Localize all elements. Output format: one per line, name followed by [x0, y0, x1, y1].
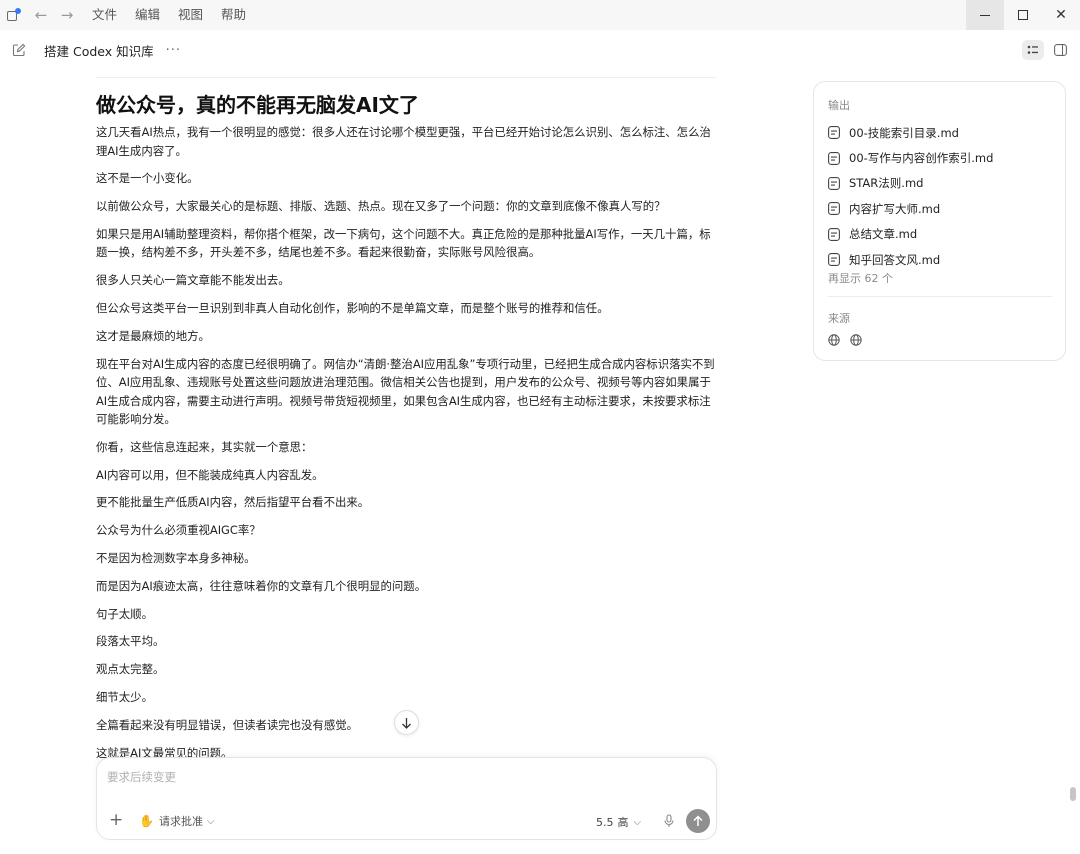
app-icon — [6, 8, 21, 22]
scrollbar-thumb[interactable] — [1070, 787, 1076, 801]
model-level: 高 — [617, 816, 629, 829]
output-file-list: 00-技能索引目录.md 00-写作与内容创作索引.md STAR法则.md 内… — [828, 120, 1058, 272]
article-paragraph: 这就是AI文最常见的问题。 — [96, 745, 233, 758]
microphone-button[interactable] — [662, 813, 676, 829]
close-icon: ✕ — [1055, 7, 1067, 23]
article-paragraph: 很多人只关心一篇文章能不能发出去。 — [96, 273, 290, 288]
thread-header: 搭建 Codex 知识库 ··· — [0, 30, 1080, 70]
toggle-panel-button[interactable] — [1050, 40, 1070, 60]
toggle-list-button[interactable] — [1022, 40, 1044, 60]
article-paragraph: 这才是最麻烦的地方。 — [96, 328, 210, 343]
document-icon — [828, 151, 840, 165]
arrow-up-icon — [693, 815, 703, 826]
hand-icon: ✋ — [139, 814, 154, 828]
context-panel: 输出 00-技能索引目录.md 00-写作与内容创作索引.md STAR法则.m… — [813, 81, 1066, 361]
article-paragraph: 现在平台对AI生成内容的态度已经很明确了。网信办“清朗·整治AI应用乱象”专项行… — [96, 356, 715, 427]
article-paragraph: 公众号为什么必须重视AIGC率？ — [96, 523, 261, 538]
add-attachment-icon[interactable]: + — [109, 811, 123, 829]
output-section-title: 输出 — [828, 99, 850, 112]
show-more-link[interactable]: 再显示 62 个 — [828, 270, 893, 286]
chevron-down-icon: ⌵ — [206, 815, 215, 827]
compose-icon[interactable] — [12, 43, 26, 57]
file-name: 知乎回答文风.md — [849, 252, 941, 267]
article-paragraph: 观点太完整。 — [96, 662, 165, 677]
article-title: 做公众号，真的不能再无脑发AI文了 — [96, 93, 419, 117]
globe-icon[interactable] — [850, 334, 862, 346]
document-icon — [828, 202, 840, 216]
article-paragraph: 如果只是用AI辅助整理资料，帮你搭个框架，改一下病句，这个问题不大。真正危险的是… — [96, 226, 711, 260]
file-item[interactable]: 总结文章.md — [828, 222, 1058, 247]
article-paragraph: 你看，这些信息连起来，其实就一个意思： — [96, 439, 313, 454]
menu-help[interactable]: 帮助 — [221, 0, 246, 30]
content-divider — [96, 77, 716, 78]
file-name: 00-写作与内容创作索引.md — [849, 151, 994, 166]
title-bar: ← → 文件 编辑 视图 帮助 ✕ — [0, 0, 1080, 30]
document-icon — [828, 126, 840, 140]
file-name: 内容扩写大师.md — [849, 201, 941, 216]
maximize-icon — [1018, 10, 1028, 20]
article-paragraph: 但公众号这类平台一旦识别到非真人自动化创作，影响的不是单篇文章，而是整个账号的推… — [96, 300, 609, 315]
more-options-button[interactable]: ··· — [166, 43, 181, 58]
maximize-button[interactable] — [1004, 0, 1042, 30]
document-icon — [828, 177, 840, 190]
menu-file[interactable]: 文件 — [92, 0, 117, 30]
panel-icon — [1053, 44, 1067, 56]
arrow-down-icon — [402, 717, 411, 729]
thread-title: 搭建 Codex 知识库 — [44, 43, 154, 59]
minimize-icon — [980, 14, 990, 16]
scroll-to-bottom-button[interactable] — [394, 710, 419, 735]
article-paragraph: AI内容可以用，但不能装成纯真人内容乱发。 — [96, 467, 324, 482]
close-button[interactable]: ✕ — [1042, 0, 1080, 30]
approval-mode-button[interactable]: ✋ 请求批准 ⌵ — [139, 813, 215, 829]
forward-arrow-icon[interactable]: → — [54, 0, 80, 30]
composer: + ✋ 请求批准 ⌵ 5.5 高 ⌵ — [96, 757, 717, 840]
article-paragraph: 句子太顺。 — [96, 606, 153, 621]
panel-divider — [828, 296, 1052, 297]
microphone-icon — [664, 814, 674, 827]
minimize-button[interactable] — [966, 0, 1004, 30]
model-selector-button[interactable]: 5.5 高 ⌵ — [596, 814, 641, 830]
article-paragraph: 段落太平均。 — [96, 634, 165, 649]
article-content: 做公众号，真的不能再无脑发AI文了 这几天看AI热点，我有一个很明显的感觉：很多… — [96, 90, 716, 758]
model-version: 5.5 — [596, 815, 614, 829]
document-icon — [828, 227, 840, 241]
back-arrow-icon[interactable]: ← — [28, 0, 54, 30]
approval-label: 请求批准 — [158, 815, 203, 828]
file-item[interactable]: 00-技能索引目录.md — [828, 120, 1058, 145]
article-paragraph: 以前做公众号，大家最关心的是标题、排版、选题、热点。现在又多了一个问题：你的文章… — [96, 199, 666, 214]
document-icon — [828, 253, 840, 267]
menu-edit[interactable]: 编辑 — [135, 0, 160, 30]
menu-view[interactable]: 视图 — [178, 0, 203, 30]
article-paragraph: 而是因为AI痕迹太高，往往意味着你的文章有几个很明显的问题。 — [96, 578, 427, 593]
file-item[interactable]: 00-写作与内容创作索引.md — [828, 145, 1058, 170]
article-paragraph: 细节太少。 — [96, 690, 153, 705]
file-item[interactable]: 内容扩写大师.md — [828, 196, 1058, 221]
file-item[interactable]: 知乎回答文风.md — [828, 247, 1058, 272]
file-item[interactable]: STAR法则.md — [828, 171, 1058, 196]
source-list — [828, 334, 872, 346]
article-paragraph: 更不能批量生产低质AI内容，然后指望平台看不出来。 — [96, 495, 370, 510]
send-button[interactable] — [686, 809, 710, 833]
chevron-down-icon: ⌵ — [633, 816, 642, 828]
file-name: 00-技能索引目录.md — [849, 125, 959, 140]
globe-icon[interactable] — [828, 334, 840, 346]
article-paragraph: 这几天看AI热点，我有一个很明显的感觉：很多人还在讨论哪个模型更强，平台已经开始… — [96, 125, 711, 158]
article-paragraph: 这不是一个小变化。 — [96, 171, 199, 186]
follow-up-input[interactable] — [107, 770, 667, 784]
file-name: STAR法则.md — [849, 176, 924, 191]
list-icon — [1027, 45, 1038, 54]
file-name: 总结文章.md — [849, 227, 918, 242]
source-section-title: 来源 — [828, 312, 850, 325]
article-paragraph: 不是因为检测数字本身多神秘。 — [96, 551, 256, 566]
